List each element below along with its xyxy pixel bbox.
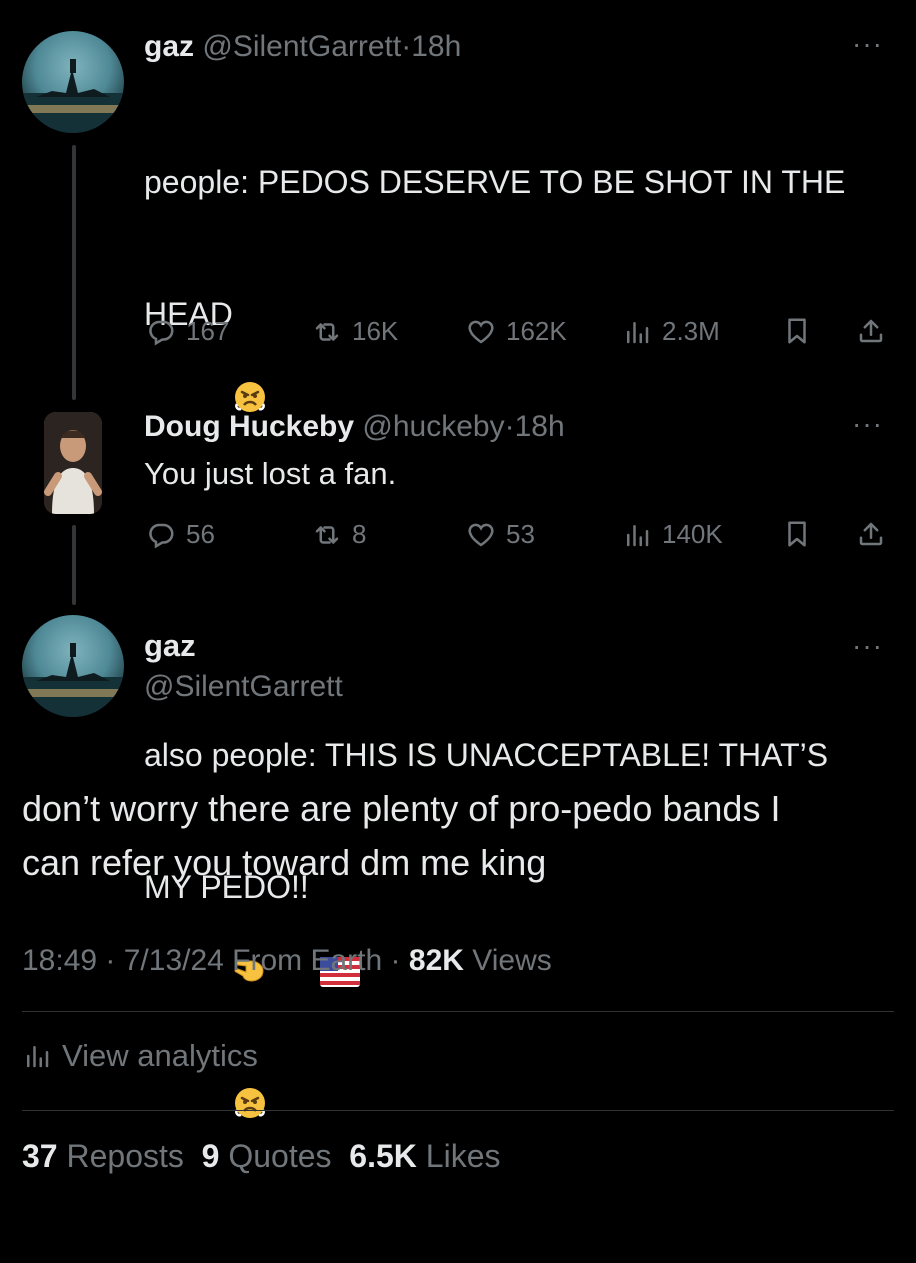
- tweet-header: gaz @SilentGarrett·18h: [144, 30, 461, 64]
- views-button[interactable]: 2.3M: [622, 316, 720, 347]
- tweet-timestamp[interactable]: 18:49 · 7/13/24 From Earth: [22, 944, 382, 977]
- tweet-text: don’t worry there are plenty of pro-pedo…: [22, 782, 780, 890]
- avatar-image: [44, 412, 102, 514]
- analytics-icon: [22, 1041, 52, 1071]
- bookmark-icon[interactable]: [782, 316, 812, 351]
- avatar[interactable]: [22, 31, 124, 133]
- timestamp[interactable]: 18h: [515, 410, 565, 443]
- avatar[interactable]: [44, 412, 102, 514]
- like-count: 53: [506, 519, 535, 549]
- views-label: Views: [472, 944, 552, 977]
- reply-count: 167: [186, 316, 230, 346]
- reply-count: 56: [186, 519, 215, 549]
- timestamp[interactable]: 18h: [411, 30, 461, 63]
- likes-stat[interactable]: 6.5K Likes: [349, 1138, 500, 1174]
- tweet-text: You just lost a fan.: [144, 456, 397, 491]
- tweet-meta: 18:49 · 7/13/24 From Earth · 82K Views: [22, 944, 552, 978]
- display-name[interactable]: Doug Huckeby: [144, 410, 354, 443]
- username[interactable]: @SilentGarrett: [144, 670, 343, 704]
- more-icon[interactable]: ···: [852, 28, 883, 60]
- bookmark-icon[interactable]: [782, 519, 812, 554]
- more-icon[interactable]: ···: [852, 408, 883, 440]
- username[interactable]: @huckeby: [362, 410, 504, 443]
- avatar-image: [22, 643, 124, 717]
- view-analytics-label: View analytics: [62, 1038, 258, 1073]
- avatar[interactable]: [22, 615, 124, 717]
- repost-button[interactable]: 8: [312, 519, 366, 550]
- divider: [22, 1011, 894, 1012]
- reposts-stat[interactable]: 37 Reposts: [22, 1138, 184, 1174]
- share-icon[interactable]: [856, 519, 886, 554]
- engagement-stats: 37 Reposts 9 Quotes 6.5K Likes: [22, 1138, 500, 1175]
- view-analytics-link[interactable]: View analytics: [22, 1038, 258, 1074]
- tweet-text-line: people: PEDOS DESERVE TO BE SHOT IN THE: [144, 164, 846, 200]
- views-count: 82K: [408, 944, 464, 977]
- avatar-image: [22, 59, 124, 133]
- views-count: 140K: [662, 519, 723, 549]
- username[interactable]: @SilentGarrett: [202, 30, 401, 63]
- views-icon: [622, 520, 652, 550]
- separator: ·: [504, 410, 515, 443]
- repost-icon: [312, 520, 342, 550]
- angry-face-emoji: [180, 336, 267, 469]
- tweet-header: Doug Huckeby @huckeby·18h: [144, 410, 565, 444]
- thread-line: [72, 145, 76, 400]
- tweet-text-line: also people: THIS IS UNACCEPTABLE! THAT’…: [144, 737, 829, 773]
- views-icon: [622, 317, 652, 347]
- divider: [22, 1110, 894, 1111]
- more-icon[interactable]: ···: [852, 630, 883, 662]
- like-button[interactable]: 53: [466, 519, 535, 550]
- separator: ·: [390, 944, 401, 977]
- reply-button[interactable]: 56: [146, 519, 215, 550]
- like-button[interactable]: 162K: [466, 316, 567, 347]
- tweet-text-line: can refer you toward dm me king: [22, 842, 547, 883]
- repost-button[interactable]: 16K: [312, 316, 398, 347]
- tweet-text-line: don’t worry there are plenty of pro-pedo…: [22, 788, 781, 829]
- separator: ·: [401, 30, 412, 63]
- tweet-text: people: PEDOS DESERVE TO BE SHOT IN THE …: [144, 72, 884, 1263]
- repost-icon: [312, 317, 342, 347]
- reply-button[interactable]: 167: [146, 316, 229, 347]
- reply-icon: [146, 520, 176, 550]
- like-count: 162K: [506, 316, 567, 346]
- views-button[interactable]: 140K: [622, 519, 723, 550]
- repost-count: 8: [352, 519, 367, 549]
- share-icon[interactable]: [856, 316, 886, 351]
- like-icon: [466, 317, 496, 347]
- quotes-stat[interactable]: 9 Quotes: [202, 1138, 332, 1174]
- reply-icon: [146, 317, 176, 347]
- display-name[interactable]: gaz: [144, 628, 196, 664]
- like-icon: [466, 520, 496, 550]
- display-name[interactable]: gaz: [144, 30, 194, 63]
- repost-count: 16K: [352, 316, 399, 346]
- views-count: 2.3M: [662, 316, 720, 346]
- thread-line: [72, 525, 76, 605]
